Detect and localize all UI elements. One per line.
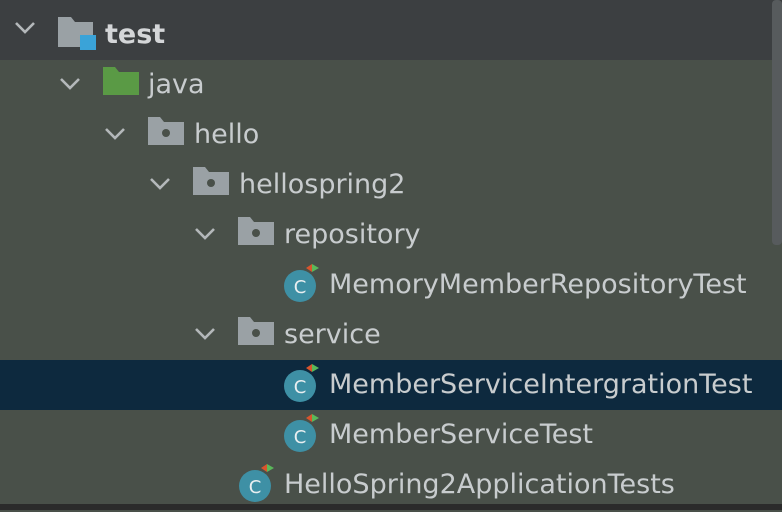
package-icon bbox=[148, 117, 184, 145]
tree-row-repository[interactable]: repository bbox=[0, 210, 782, 260]
tree-row-service[interactable]: service bbox=[0, 310, 782, 360]
chevron-down-icon[interactable] bbox=[102, 121, 128, 147]
package-icon bbox=[193, 167, 229, 195]
tree-row-hello[interactable]: hello bbox=[0, 110, 782, 160]
test-class-icon: C bbox=[284, 414, 319, 452]
tree-row-test[interactable]: test bbox=[0, 10, 782, 60]
tree-item-label: repository bbox=[284, 219, 421, 250]
tree-item-label: service bbox=[284, 319, 381, 350]
tree-item-label: MemoryMemberRepositoryTest bbox=[329, 269, 747, 300]
test-class-icon: C bbox=[284, 264, 319, 302]
tree-row-member-service-intergration-test[interactable]: C MemberServiceIntergrationTest bbox=[0, 360, 782, 410]
test-source-root-icon bbox=[103, 67, 139, 95]
tree-item-label: HelloSpring2ApplicationTests bbox=[284, 469, 675, 500]
horizontal-scrollbar-track[interactable] bbox=[0, 504, 782, 510]
tree-row-java[interactable]: java bbox=[0, 60, 782, 110]
chevron-down-icon[interactable] bbox=[192, 321, 218, 347]
chevron-down-icon[interactable] bbox=[57, 71, 83, 97]
chevron-down-icon[interactable] bbox=[192, 221, 218, 247]
vertical-scrollbar[interactable] bbox=[772, 0, 782, 245]
chevron-down-icon[interactable] bbox=[147, 171, 173, 197]
test-class-icon: C bbox=[284, 364, 319, 402]
tree-row-hellospring2[interactable]: hellospring2 bbox=[0, 160, 782, 210]
chevron-down-icon[interactable] bbox=[12, 15, 38, 41]
svg-text:C: C bbox=[294, 427, 307, 448]
package-icon bbox=[238, 317, 274, 345]
tree-item-label: hellospring2 bbox=[239, 169, 406, 200]
tree-row-member-service-test[interactable]: C MemberServiceTest bbox=[0, 410, 782, 460]
test-folder-icon bbox=[58, 17, 96, 50]
tree-item-label: MemberServiceIntergrationTest bbox=[329, 369, 753, 400]
package-icon bbox=[238, 217, 274, 245]
svg-text:C: C bbox=[294, 277, 307, 298]
tree-row-memory-member-repository-test[interactable]: C MemoryMemberRepositoryTest bbox=[0, 260, 782, 310]
svg-text:C: C bbox=[249, 477, 262, 498]
test-class-icon: C bbox=[239, 464, 274, 502]
tree-row-partial bbox=[0, 0, 782, 10]
tree-item-label: test bbox=[105, 19, 166, 50]
tree-item-label: hello bbox=[194, 119, 260, 150]
tree-item-label: java bbox=[148, 69, 205, 100]
tree-item-label: MemberServiceTest bbox=[329, 419, 594, 450]
project-tree: test java hello hellospring2 repository … bbox=[0, 0, 782, 512]
svg-text:C: C bbox=[294, 377, 307, 398]
